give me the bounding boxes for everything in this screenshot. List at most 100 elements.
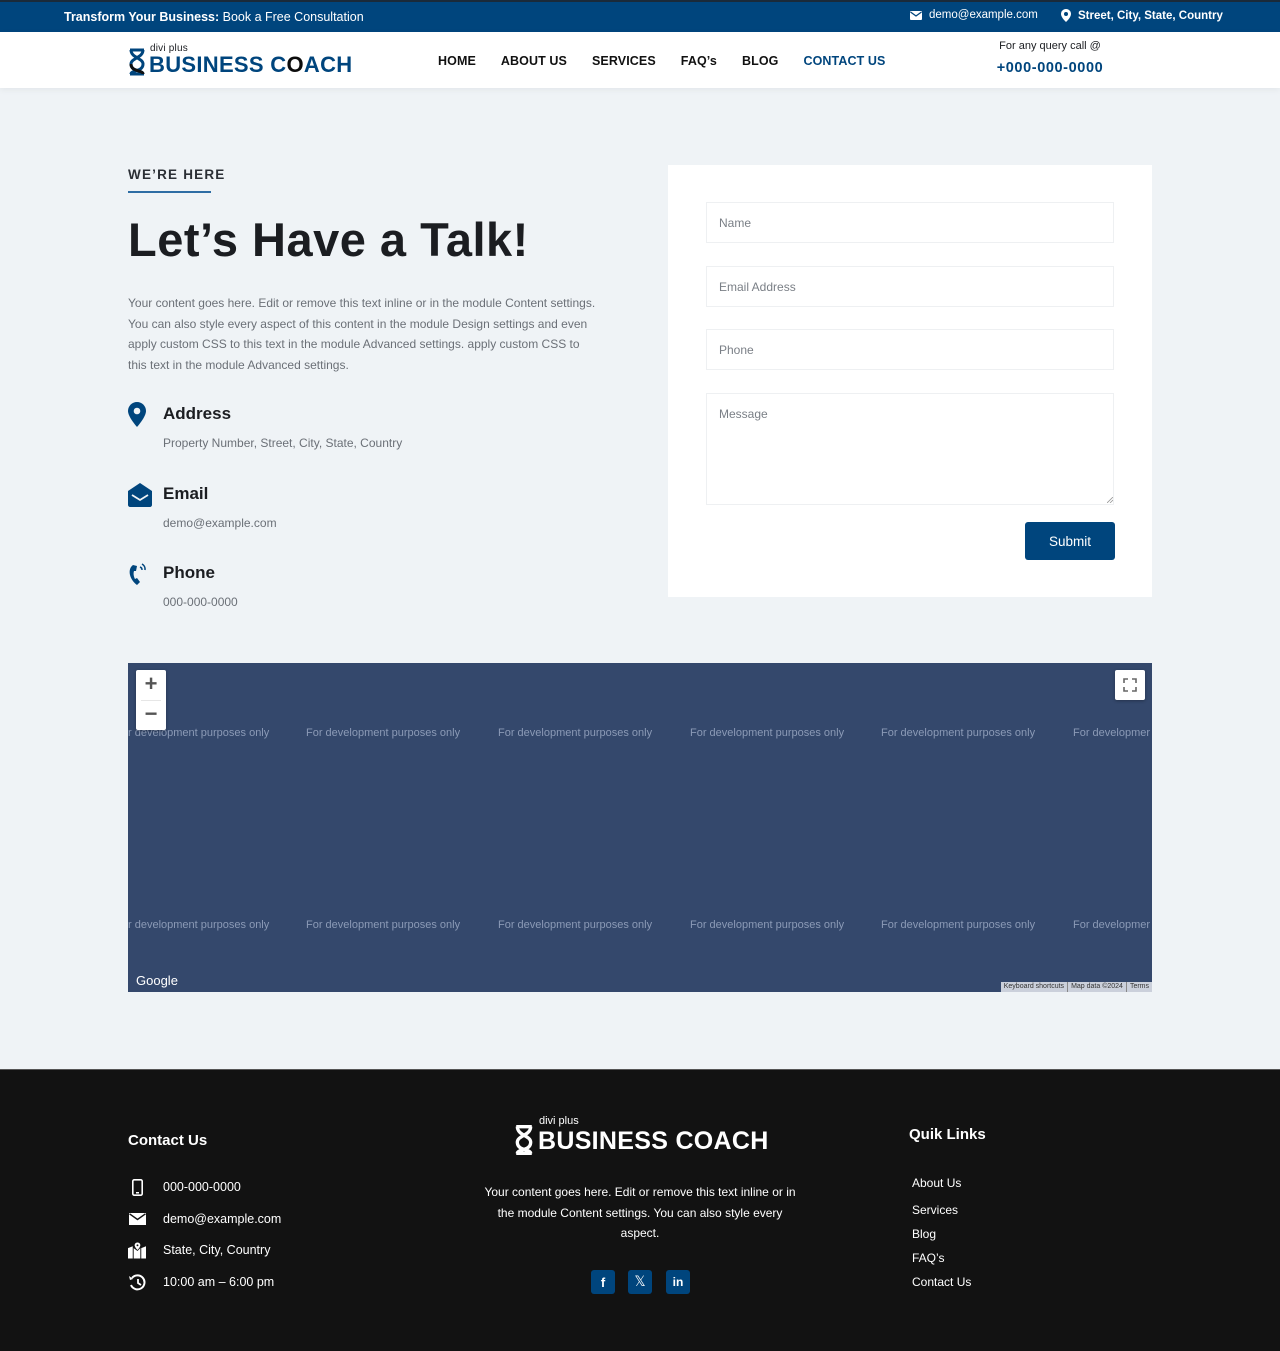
email-input[interactable]: [706, 266, 1114, 307]
query-call-box: For any query call @ +000-000-0000: [990, 40, 1110, 76]
phone-input[interactable]: [706, 329, 1114, 370]
facebook-icon: f: [600, 1274, 606, 1290]
map-location-icon: [128, 1241, 146, 1259]
map-watermark: For development purposes only: [881, 727, 1036, 739]
fullscreen-icon: [1123, 678, 1137, 692]
envelope-icon: [910, 10, 922, 20]
logo-end-part: ACH: [303, 52, 353, 77]
footer-contact-hours: 10:00 am – 6:00 pm: [128, 1273, 274, 1291]
facebook-button[interactable]: f: [591, 1270, 615, 1294]
fullscreen-button[interactable]: [1115, 670, 1145, 700]
map-pin-icon: [1061, 9, 1071, 22]
info-address-value: Property Number, Street, City, State, Co…: [163, 436, 403, 450]
zoom-out-button[interactable]: −: [136, 700, 166, 730]
query-label: For any query call @: [999, 40, 1101, 52]
footer-email-text[interactable]: demo@example.com: [163, 1212, 281, 1226]
map-zoom-control: + −: [136, 670, 166, 730]
envelope-open-icon: [128, 483, 152, 507]
info-email-heading: Email: [163, 484, 209, 503]
nav-contact-us[interactable]: CONTACT US: [803, 54, 885, 68]
footer-contact-heading: Contact Us: [128, 1132, 208, 1149]
nav-faqs[interactable]: FAQ’s: [681, 54, 717, 68]
info-address-heading: Address: [163, 404, 232, 423]
map-watermark: For development purposes only: [306, 919, 461, 931]
zoom-divider: [141, 700, 161, 701]
info-phone-heading: Phone: [163, 563, 215, 582]
footer-contact-location: State, City, Country: [128, 1241, 270, 1259]
map-attribution: Keyboard shortcuts Map data ©2024 Terms: [1000, 982, 1152, 992]
zoom-in-button[interactable]: +: [136, 670, 166, 700]
nav-blog[interactable]: BLOG: [742, 54, 779, 68]
footer-link-faqs[interactable]: FAQ’s: [912, 1251, 944, 1265]
map-watermark: For development purposes only: [881, 919, 1036, 931]
resize-grip-icon[interactable]: [1107, 497, 1113, 503]
footer-link-blog[interactable]: Blog: [912, 1227, 936, 1241]
promo-bold: Transform Your Business:: [64, 10, 220, 24]
topbar-location-text: Street, City, State, Country: [1078, 9, 1223, 22]
info-email-value[interactable]: demo@example.com: [163, 516, 277, 530]
map-watermark-row: r development purposes only For developm…: [128, 919, 1152, 935]
map-watermark-row: r development purposes only For developm…: [128, 727, 1152, 743]
footer-link-about-us[interactable]: About Us: [912, 1176, 961, 1190]
footer-links-heading: Quik Links: [909, 1126, 986, 1143]
logo-small-text: divi plus: [150, 43, 188, 54]
promo-rest: Book a Free Consultation: [219, 10, 364, 24]
phone-ringing-icon: [129, 563, 146, 585]
map-data-label: Map data ©2024: [1067, 982, 1126, 992]
google-logo[interactable]: Google: [136, 973, 178, 988]
nav-services[interactable]: SERVICES: [592, 54, 656, 68]
keyboard-shortcuts-link[interactable]: Keyboard shortcuts: [1001, 982, 1067, 992]
map-embed[interactable]: r development purposes only For developm…: [128, 663, 1152, 992]
logo-main-text: BUSINESS COACH: [149, 54, 352, 76]
footer-phone-text[interactable]: 000-000-0000: [163, 1180, 241, 1194]
site-header: divi plus BUSINESS COACH HOME ABOUT US S…: [0, 32, 1280, 88]
logo-mark-icon: [129, 48, 145, 76]
eyebrow-underline: [128, 191, 211, 193]
logo-o-letter: O: [286, 52, 304, 77]
map-watermark: For development purposes only: [306, 727, 461, 739]
logo-mark-icon: [515, 1125, 533, 1155]
footer-logo-main: BUSINESS COACH: [538, 1127, 769, 1155]
footer-logo[interactable]: divi plus BUSINESS COACH: [514, 1115, 769, 1156]
message-textarea[interactable]: [706, 393, 1114, 505]
intro-text: Your content goes here. Edit or remove t…: [128, 296, 596, 372]
site-footer: Contact Us 000-000-0000 demo@example.com…: [0, 1069, 1280, 1351]
submit-button[interactable]: Submit: [1025, 522, 1115, 560]
x-twitter-button[interactable]: 𝕏: [628, 1270, 652, 1294]
nav-about-us[interactable]: ABOUT US: [501, 54, 567, 68]
topbar-location[interactable]: Street, City, State, Country: [1061, 9, 1223, 22]
mobile-phone-icon: [128, 1178, 146, 1196]
top-bar: Transform Your Business: Book a Free Con…: [0, 0, 1280, 32]
name-input[interactable]: [706, 202, 1114, 243]
footer-location-text: State, City, Country: [163, 1243, 271, 1257]
footer-logo-small: divi plus: [539, 1115, 579, 1127]
linkedin-button[interactable]: in: [666, 1270, 690, 1294]
envelope-icon: [128, 1210, 146, 1228]
contact-form: Submit: [668, 165, 1152, 597]
footer-contact-phone: 000-000-0000: [128, 1178, 241, 1196]
footer-description: Your content goes here. Edit or remove t…: [484, 1185, 796, 1240]
page-title: Let’s Have a Talk!: [128, 213, 529, 266]
query-phone[interactable]: +000-000-0000: [990, 60, 1110, 76]
map-watermark: For development purposes only: [690, 727, 845, 739]
footer-link-services[interactable]: Services: [912, 1203, 958, 1217]
logo[interactable]: divi plus BUSINESS COACH: [128, 43, 352, 76]
linkedin-icon: in: [672, 1275, 684, 1289]
map-pin-icon: [128, 402, 146, 427]
info-phone-value[interactable]: 000-000-0000: [163, 595, 238, 609]
main-nav: HOME ABOUT US SERVICES FAQ’s BLOG CONTAC…: [438, 54, 910, 68]
nav-home[interactable]: HOME: [438, 54, 476, 68]
footer-hours-text: 10:00 am – 6:00 pm: [163, 1275, 275, 1289]
promo-text: Transform Your Business: Book a Free Con…: [64, 10, 364, 24]
footer-link-contact-us[interactable]: Contact Us: [912, 1275, 971, 1289]
map-watermark: For developmer: [1073, 919, 1151, 931]
topbar-email[interactable]: demo@example.com: [910, 9, 1038, 21]
terms-link[interactable]: Terms: [1125, 982, 1152, 992]
map-watermark: For development purposes only: [498, 919, 653, 931]
section-eyebrow: WE’RE HERE: [128, 167, 226, 182]
map-watermark: For development purposes only: [690, 919, 845, 931]
clock-history-icon: [128, 1273, 146, 1291]
footer-contact-email: demo@example.com: [128, 1210, 281, 1228]
x-twitter-icon: 𝕏: [634, 1274, 646, 1290]
map-watermark: For development purposes only: [498, 727, 653, 739]
